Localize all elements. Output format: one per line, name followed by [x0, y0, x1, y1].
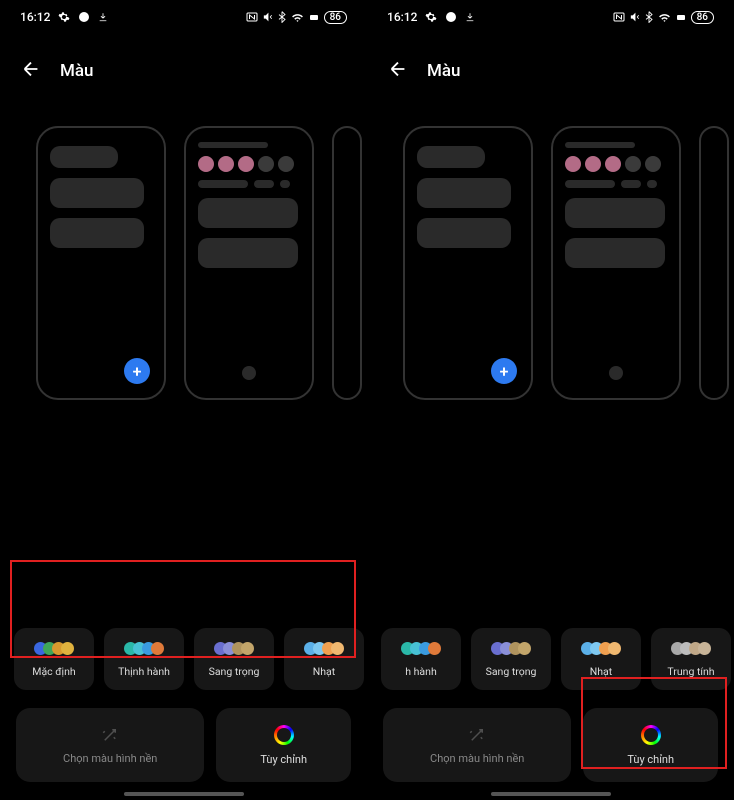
bottom-actions: Chọn màu hình nền Tùy chỉnh — [0, 690, 367, 792]
palette-dots — [671, 642, 711, 655]
preview-card-1[interactable]: + — [403, 126, 533, 400]
palette-label: Sang trọng — [209, 665, 260, 678]
palette-chip-3[interactable]: Nhạt — [284, 628, 364, 690]
mute-icon — [263, 12, 273, 22]
download-icon — [98, 12, 108, 22]
color-ring-icon — [641, 725, 661, 745]
status-bar: 16:12 86 — [367, 0, 734, 28]
battery-level: 86 — [324, 11, 347, 24]
bluetooth-icon — [645, 11, 653, 23]
palette-dots — [581, 642, 621, 655]
preview-card-2[interactable] — [184, 126, 314, 400]
data-icon — [676, 12, 686, 22]
custom-color-label: Tùy chỉnh — [260, 753, 307, 766]
download-icon — [465, 12, 475, 22]
preview-card-2[interactable] — [551, 126, 681, 400]
nfc-icon — [246, 12, 258, 22]
palette-dots — [491, 642, 531, 655]
palette-row[interactable]: Mặc định Thịnh hành Sang trọng Nhạt — [0, 628, 367, 690]
palette-label: Nhạt — [590, 665, 612, 678]
back-icon[interactable] — [387, 58, 409, 84]
theme-previews[interactable]: + — [367, 98, 734, 400]
custom-color-button[interactable]: Tùy chỉnh — [216, 708, 351, 782]
palette-chip-2[interactable]: Nhạt — [561, 628, 641, 690]
gear-icon — [425, 11, 437, 23]
battery-level: 86 — [691, 11, 714, 24]
wallpaper-color-button[interactable]: Chọn màu hình nền — [383, 708, 571, 782]
palette-dots — [34, 642, 74, 655]
preview-card-1[interactable]: + — [36, 126, 166, 400]
palette-chip-0[interactable]: h hành — [381, 628, 461, 690]
page-title: Màu — [60, 61, 94, 81]
preview-card-3[interactable] — [699, 126, 729, 400]
page-title: Màu — [427, 61, 461, 81]
phone-right: 16:12 86 Màu + — [367, 0, 734, 800]
wallpaper-color-button[interactable]: Chọn màu hình nền — [16, 708, 204, 782]
nav-bar[interactable] — [0, 792, 367, 800]
palette-dots — [124, 642, 164, 655]
wallpaper-color-label: Chọn màu hình nền — [430, 752, 524, 765]
palette-label: Nhạt — [313, 665, 335, 678]
preview-card-3[interactable] — [332, 126, 362, 400]
palette-dots — [214, 642, 254, 655]
status-bar: 16:12 86 — [0, 0, 367, 28]
palette-label: Mặc định — [32, 665, 75, 678]
theme-previews[interactable]: + — [0, 98, 367, 400]
custom-color-button[interactable]: Tùy chỉnh — [583, 708, 718, 782]
nfc-icon — [613, 12, 625, 22]
status-time: 16:12 — [387, 10, 417, 24]
bottom-actions: Chọn màu hình nền Tùy chỉnh — [367, 690, 734, 792]
header: Màu — [367, 28, 734, 98]
custom-color-label: Tùy chỉnh — [627, 753, 674, 766]
status-time: 16:12 — [20, 10, 50, 24]
plus-icon: + — [124, 358, 150, 384]
palette-label: Sang trọng — [486, 665, 537, 678]
wifi-icon — [291, 12, 304, 22]
palette-chip-3[interactable]: Trung tính — [651, 628, 731, 690]
data-icon — [309, 12, 319, 22]
palette-label: Trung tính — [667, 665, 714, 678]
palette-label: Thịnh hành — [118, 665, 170, 678]
phone-left: 16:12 86 Màu — [0, 0, 367, 800]
plus-icon: + — [491, 358, 517, 384]
bluetooth-icon — [278, 11, 286, 23]
wifi-icon — [658, 12, 671, 22]
palette-chip-1[interactable]: Sang trọng — [471, 628, 551, 690]
palette-chip-1[interactable]: Thịnh hành — [104, 628, 184, 690]
color-ring-icon — [274, 725, 294, 745]
palette-dots — [401, 642, 441, 655]
wallpaper-color-label: Chọn màu hình nền — [63, 752, 157, 765]
palette-label: h hành — [405, 665, 436, 678]
palette-dots — [304, 642, 344, 655]
palette-row[interactable]: h hành Sang trọng Nhạt Trung tính — [367, 628, 734, 690]
header: Màu — [0, 28, 367, 98]
messenger-icon — [445, 11, 457, 23]
back-icon[interactable] — [20, 58, 42, 84]
mute-icon — [630, 12, 640, 22]
palette-chip-2[interactable]: Sang trọng — [194, 628, 274, 690]
gear-icon — [58, 11, 70, 23]
messenger-icon — [78, 11, 90, 23]
palette-chip-0[interactable]: Mặc định — [14, 628, 94, 690]
nav-bar[interactable] — [367, 792, 734, 800]
